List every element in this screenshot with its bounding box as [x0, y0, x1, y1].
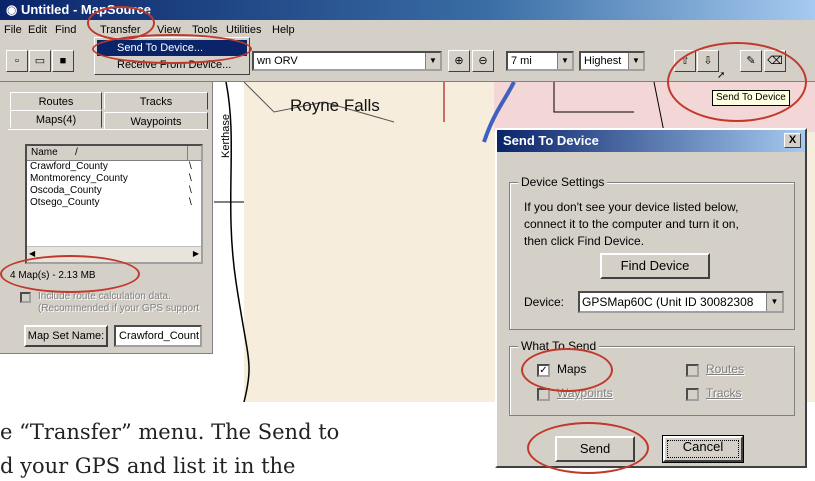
tab-maps[interactable]: Maps(4) — [10, 110, 102, 128]
routes-checkbox[interactable] — [686, 364, 699, 377]
instructions-line: then click Find Device. — [524, 234, 645, 248]
save-icon: ■ — [59, 55, 67, 67]
list-item[interactable]: Oscoda_County \ — [27, 185, 201, 197]
left-panel: Routes Tracks Maps(4) Waypoints Name / C… — [0, 82, 213, 354]
menu-help[interactable]: Help — [272, 20, 295, 40]
menu-edit[interactable]: Edit — [28, 20, 47, 40]
device-select-value: GPSMap60C (Unit ID 30082308 — [582, 295, 754, 309]
chevron-right-icon[interactable]: ▶ — [193, 249, 199, 258]
chevron-down-icon[interactable]: ▼ — [628, 53, 643, 69]
column-name-label: Name — [31, 147, 58, 158]
tracks-checkbox[interactable] — [686, 388, 699, 401]
include-route-note: (Recommended if your GPS support — [38, 303, 200, 314]
list-item-label: Crawford_County — [30, 161, 108, 172]
list-item-col2: \ — [189, 173, 192, 184]
list-header-name[interactable]: Name / — [27, 146, 201, 161]
caption-line-1: e “Transfer” menu. The Send to — [0, 420, 340, 444]
list-item-col2: \ — [189, 197, 192, 208]
new-file-icon: ▫ — [15, 55, 19, 67]
instructions-line: connect it to the computer and turn it o… — [524, 217, 739, 231]
maps-list: Name / Crawford_County \ Montmorency_Coun… — [25, 144, 203, 264]
map-label-falls: Royne Falls — [290, 96, 380, 115]
device-settings-label: Device Settings — [518, 175, 608, 189]
map-set-name-button[interactable]: Map Set Name: — [24, 325, 108, 347]
zoom-out-icon: ⊖ — [478, 55, 488, 67]
cancel-button[interactable]: Cancel — [663, 436, 743, 462]
new-file-button[interactable]: ▫ — [6, 50, 28, 72]
sort-indicator-icon: / — [75, 147, 78, 158]
caption-line-2: d your GPS and list it in the — [0, 454, 296, 478]
zoom-scale-combo[interactable]: 7 mi ▼ — [506, 51, 574, 71]
map-set-name-input[interactable]: Crawford_Count — [114, 325, 202, 347]
annotation-maps-checkbox — [521, 348, 613, 392]
zoom-in-icon: ⊕ — [454, 55, 464, 67]
list-item-label: Montmorency_County — [30, 173, 128, 184]
chevron-down-icon[interactable]: ▼ — [766, 293, 782, 311]
map-product-value: wn ORV — [257, 55, 298, 67]
instructions-line: If you don't see your device listed belo… — [524, 200, 739, 214]
tracks-checkbox-label: Tracks — [706, 386, 742, 400]
list-item-col2: \ — [189, 161, 192, 172]
tab-tracks[interactable]: Tracks — [104, 92, 208, 110]
list-item[interactable]: Crawford_County \ — [27, 161, 201, 173]
menu-find[interactable]: Find — [55, 20, 76, 40]
tab-waypoints[interactable]: Waypoints — [104, 112, 208, 130]
list-item[interactable]: Otsego_County \ — [27, 197, 201, 209]
open-file-button[interactable]: ▭ — [29, 50, 51, 72]
zoom-scale-value: 7 mi — [511, 55, 532, 67]
map-product-combo[interactable]: wn ORV ▼ — [252, 51, 442, 71]
device-label: Device: — [524, 295, 565, 309]
device-instructions: If you don't see your device listed belo… — [524, 199, 739, 250]
device-settings-group: Device Settings If you don't see your de… — [509, 175, 795, 330]
list-item-col2: \ — [189, 185, 192, 196]
tab-routes[interactable]: Routes — [10, 92, 102, 110]
dialog-title-bar: Send To Device X — [497, 130, 805, 152]
save-file-button[interactable]: ■ — [52, 50, 74, 72]
detail-level-value: Highest — [584, 55, 622, 67]
dialog-title: Send To Device — [503, 133, 599, 148]
include-route-checkbox[interactable] — [20, 292, 31, 303]
chevron-down-icon[interactable]: ▼ — [557, 53, 572, 69]
find-device-button[interactable]: Find Device — [600, 253, 710, 279]
zoom-out-button[interactable]: ⊖ — [472, 50, 494, 72]
annotation-send-button — [527, 422, 649, 474]
map-label-kerthase: Kerthase — [220, 113, 232, 158]
zoom-in-button[interactable]: ⊕ — [448, 50, 470, 72]
annotation-maps-summary — [0, 255, 140, 293]
annotation-send-toolbar — [667, 42, 807, 122]
menu-file[interactable]: File — [4, 20, 22, 40]
annotation-send-menu-item — [92, 34, 252, 64]
app-icon: ◉ — [6, 2, 21, 17]
close-icon[interactable]: X — [784, 133, 801, 148]
list-item[interactable]: Montmorency_County \ — [27, 173, 201, 185]
folder-icon: ▭ — [34, 55, 46, 67]
routes-checkbox-label: Routes — [706, 362, 745, 376]
send-to-device-dialog: Send To Device X Device Settings If you … — [495, 128, 807, 468]
list-item-label: Otsego_County — [30, 197, 100, 208]
list-item-label: Oscoda_County — [30, 185, 102, 196]
detail-level-combo[interactable]: Highest ▼ — [579, 51, 645, 71]
chevron-down-icon[interactable]: ▼ — [425, 53, 440, 69]
device-select[interactable]: GPSMap60C (Unit ID 30082308 ▼ — [578, 291, 784, 313]
